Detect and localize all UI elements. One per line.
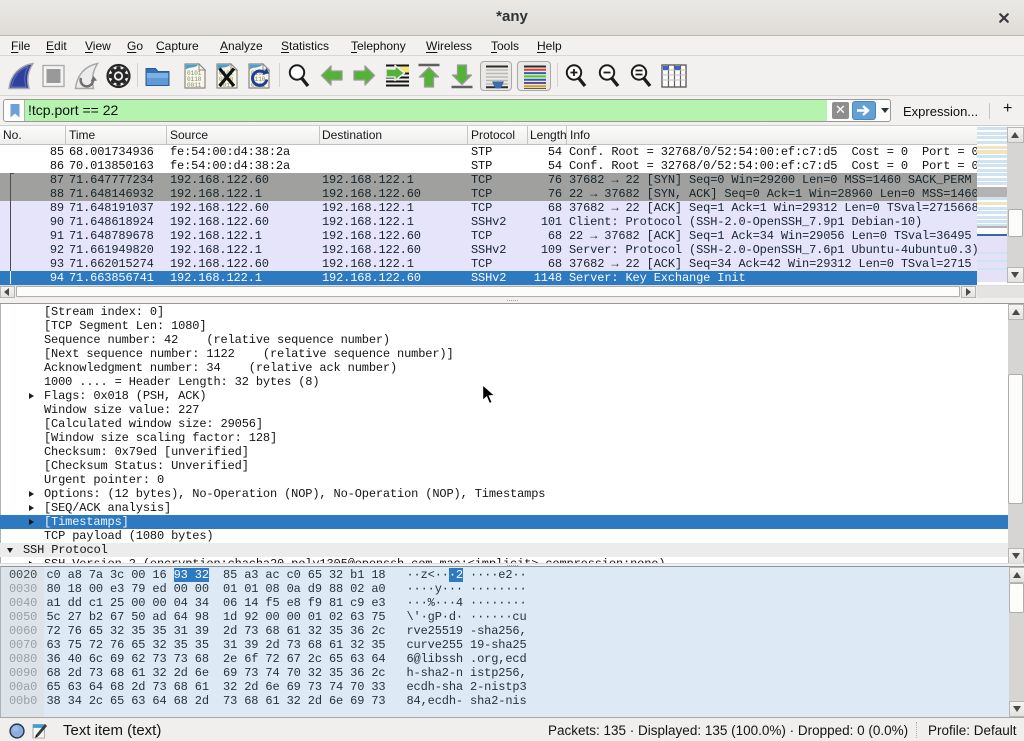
svg-text:0011: 0011: [187, 82, 202, 89]
